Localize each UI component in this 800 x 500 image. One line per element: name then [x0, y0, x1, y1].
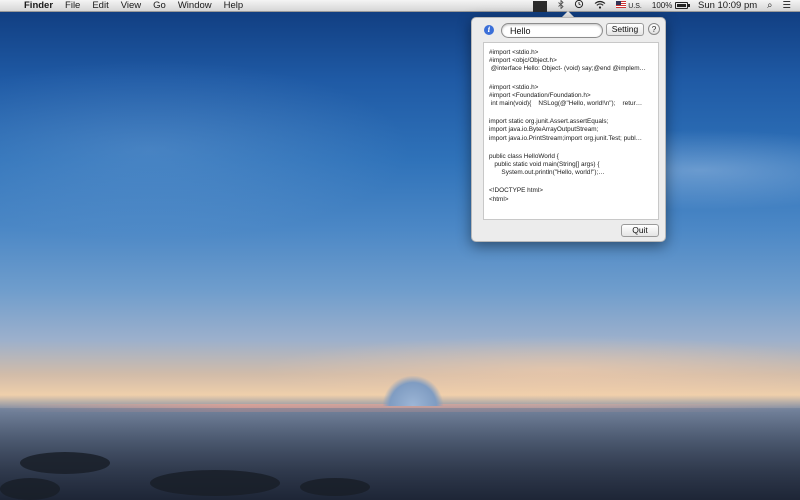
snippet-line: import java.io.PrintStream;import org.ju…: [489, 134, 643, 142]
snippet-line: #import <stdio.h>: [489, 83, 539, 91]
rock: [20, 452, 110, 474]
menu-file[interactable]: File: [59, 0, 86, 12]
menu-go[interactable]: Go: [147, 0, 172, 12]
battery-menu[interactable]: 100%: [647, 0, 693, 12]
snippet-line: import java.io.ByteArrayOutputStream;: [489, 126, 599, 134]
snippet-line: #import <Foundation/Foundation.h>: [489, 91, 591, 99]
snippet-item[interactable]: import static org.junit.Assert.assertEqu…: [489, 118, 658, 143]
help-button[interactable]: ?: [648, 23, 660, 35]
battery-percent: 100%: [651, 1, 673, 10]
us-flag-icon: [616, 1, 627, 9]
menu-window[interactable]: Window: [172, 0, 218, 12]
snippet-popover: i Setting ? #import <stdio.h> #import <o…: [471, 17, 666, 242]
rock: [0, 478, 60, 500]
quit-button[interactable]: Quit: [621, 224, 659, 237]
snippet-item[interactable]: #import <stdio.h> #import <objc/Object.h…: [489, 49, 658, 74]
distant-island: [383, 376, 443, 406]
input-source-label: U.S.: [628, 2, 642, 10]
snippet-line: <!DOCTYPE html>: [489, 187, 543, 195]
menu-app-name[interactable]: Finder: [18, 0, 59, 12]
spotlight-search-icon[interactable]: ⌕: [762, 0, 777, 12]
snippet-line: System.out.println("Hello, world!");…: [489, 169, 605, 177]
snippet-app-status-icon[interactable]: [533, 0, 548, 12]
setting-button[interactable]: Setting: [606, 23, 644, 36]
desktop-wallpaper: [0, 0, 800, 500]
wifi-icon[interactable]: [589, 0, 611, 13]
snippet-line: @interface Hello: Object- (void) say;@en…: [489, 65, 646, 73]
snippet-line: #import <stdio.h>: [489, 49, 539, 56]
snippet-line: <html>: [489, 195, 509, 203]
menu-edit[interactable]: Edit: [86, 0, 114, 12]
input-source-menu[interactable]: U.S.: [611, 0, 647, 13]
snippet-line: public static void main(String[] args) {: [489, 161, 600, 169]
search-input[interactable]: [501, 23, 603, 38]
rock: [300, 478, 370, 496]
sea: [0, 408, 800, 500]
clock[interactable]: Sun 10:09 pm: [693, 0, 762, 12]
info-icon[interactable]: i: [484, 25, 494, 35]
rock: [150, 470, 280, 496]
snippet-line: public class HelloWorld {: [489, 152, 559, 160]
menu-view[interactable]: View: [115, 0, 147, 12]
snippet-item[interactable]: <!DOCTYPE html> <html>: [489, 187, 658, 203]
snippet-line: #import <objc/Object.h>: [489, 57, 557, 65]
snippet-item[interactable]: public class HelloWorld { public static …: [489, 153, 658, 178]
snippet-item[interactable]: #import <stdio.h> #import <Foundation/Fo…: [489, 84, 658, 109]
menu-help[interactable]: Help: [218, 0, 250, 12]
snippet-line: int main(void){ NSLog(@"Hello, world!\n"…: [489, 100, 643, 108]
snippet-line: import static org.junit.Assert.assertEqu…: [489, 118, 609, 126]
battery-icon: [674, 1, 690, 9]
menu-bar: Finder File Edit View Go Window Help U.S…: [0, 0, 800, 12]
snippet-list[interactable]: #import <stdio.h> #import <objc/Object.h…: [483, 42, 659, 220]
notification-center-icon[interactable]: ☰: [777, 0, 796, 12]
